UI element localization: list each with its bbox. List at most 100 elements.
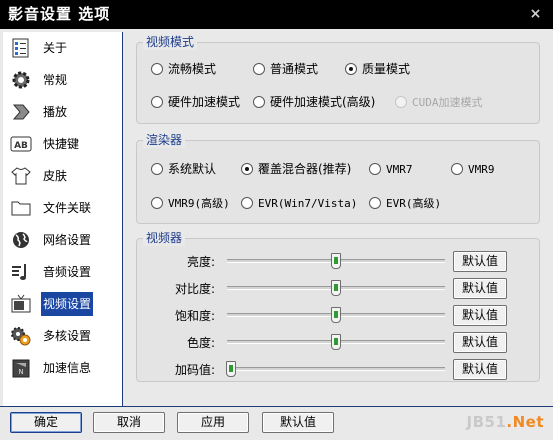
ok-button[interactable]: 确定: [10, 412, 82, 433]
gain-default-button[interactable]: 默认值: [453, 359, 507, 380]
gain-slider[interactable]: [226, 361, 445, 377]
group-legend: 渲染器: [143, 132, 186, 148]
option-label: EVR(高级): [386, 197, 442, 210]
radio-circle-selected: [241, 163, 253, 175]
option-label: 覆盖混合器(推荐): [258, 162, 352, 176]
sidebar-item-label: 播放: [43, 105, 68, 119]
brightness-row: 亮度: 默认值: [137, 251, 541, 273]
radio-circle: [451, 163, 463, 175]
gain-row: 加码值: 默认值: [137, 359, 541, 381]
video-mode-group: 视频模式 流畅模式 普通模式 质量模式 硬件加速模式 硬件加速模式(高级) CU…: [136, 34, 540, 124]
hue-label: 色度:: [186, 336, 215, 350]
sidebar-item-general[interactable]: 常规: [3, 64, 123, 96]
brightness-label: 亮度:: [186, 255, 215, 269]
radio-vmr9-advanced[interactable]: VMR9(高级): [151, 194, 230, 212]
option-label: 流畅模式: [168, 62, 217, 76]
radio-circle-disabled: [395, 96, 407, 108]
group-legend: 视频模式: [143, 34, 198, 50]
hue-row: 色度: 默认值: [137, 332, 541, 354]
radio-overlay-mixer[interactable]: 覆盖混合器(推荐): [241, 160, 351, 178]
speed-info-icon: N: [9, 357, 33, 379]
folder-icon: [9, 197, 33, 219]
sidebar-item-video[interactable]: 视频设置: [3, 288, 123, 320]
hue-slider[interactable]: [227, 334, 445, 350]
option-label: 硬件加速模式: [168, 95, 241, 109]
sidebar: 关于 常规 播放 AB 快捷键 皮肤 文件关联 网络设置 音频设置 视频设置 多…: [3, 32, 123, 406]
sidebar-item-skin[interactable]: 皮肤: [3, 160, 123, 192]
svg-text:AB: AB: [14, 141, 28, 151]
radio-circle: [253, 63, 265, 75]
play-arrow-icon: [9, 101, 33, 123]
option-label: 质量模式: [362, 62, 411, 76]
brightness-default-button[interactable]: 默认值: [453, 251, 507, 272]
sidebar-item-label: 快捷键: [43, 137, 80, 151]
apply-button[interactable]: 应用: [177, 412, 249, 433]
option-label: VMR7: [386, 163, 413, 176]
radio-circle: [151, 163, 163, 175]
slider-thumb[interactable]: [331, 253, 341, 269]
radio-hw-accel-mode[interactable]: 硬件加速模式: [151, 93, 240, 111]
sidebar-item-label: 音频设置: [43, 265, 92, 279]
option-label: VMR9(高级): [168, 197, 230, 210]
slider-thumb[interactable]: [331, 334, 341, 350]
sidebar-item-audio[interactable]: 音频设置: [3, 256, 123, 288]
sidebar-item-label: 关于: [43, 41, 68, 55]
checklist-icon: [9, 37, 33, 59]
radio-cuda-mode: CUDA加速模式: [395, 93, 483, 111]
brightness-slider[interactable]: [227, 253, 445, 269]
site-watermark: JB51.Net: [467, 413, 545, 431]
radio-vmr9[interactable]: VMR9: [451, 160, 495, 178]
sidebar-item-accel-info[interactable]: N 加速信息: [3, 352, 123, 384]
contrast-label: 对比度:: [174, 282, 215, 296]
slider-thumb[interactable]: [331, 307, 341, 323]
gain-label: 加码值:: [174, 363, 215, 377]
sidebar-item-label: 皮肤: [43, 169, 68, 183]
radio-vmr7[interactable]: VMR7: [369, 160, 413, 178]
radio-circle-selected: [345, 63, 357, 75]
title-bar: 影音设置 选项 ×: [0, 0, 553, 29]
svg-text:N: N: [18, 368, 23, 376]
sidebar-item-label: 文件关联: [43, 201, 92, 215]
keyboard-key-icon: AB: [9, 133, 33, 155]
radio-smooth-mode[interactable]: 流畅模式: [151, 60, 216, 78]
contrast-default-button[interactable]: 默认值: [453, 278, 507, 299]
options-window: 关于 常规 播放 AB 快捷键 皮肤 文件关联 网络设置 音频设置 视频设置 多…: [0, 29, 553, 440]
radio-circle: [369, 163, 381, 175]
option-label: VMR9: [468, 163, 495, 176]
radio-evr-advanced[interactable]: EVR(高级): [369, 194, 441, 212]
sidebar-item-label: 视频设置: [41, 292, 94, 316]
sidebar-item-file-assoc[interactable]: 文件关联: [3, 192, 123, 224]
radio-hw-accel-advanced-mode[interactable]: 硬件加速模式(高级): [253, 93, 375, 111]
radio-quality-mode[interactable]: 质量模式: [345, 60, 410, 78]
saturation-slider[interactable]: [227, 307, 445, 323]
restore-defaults-button[interactable]: 默认值: [262, 412, 334, 433]
saturation-default-button[interactable]: 默认值: [453, 305, 507, 326]
window-title: 影音设置 选项: [8, 5, 111, 23]
close-icon[interactable]: ×: [527, 6, 545, 22]
sidebar-item-about[interactable]: 关于: [3, 32, 123, 64]
sidebar-item-network[interactable]: 网络设置: [3, 224, 123, 256]
multicore-gear-icon: [9, 325, 33, 347]
slider-thumb[interactable]: [331, 280, 341, 296]
saturation-row: 饱和度: 默认值: [137, 305, 541, 327]
shirt-icon: [9, 165, 33, 187]
audio-note-icon: [9, 261, 33, 283]
radio-system-default[interactable]: 系统默认: [151, 160, 216, 178]
radio-circle: [241, 197, 253, 209]
gear-icon: [9, 69, 33, 91]
sidebar-item-playback[interactable]: 播放: [3, 96, 123, 128]
radio-normal-mode[interactable]: 普通模式: [253, 60, 318, 78]
radio-evr-win7-vista[interactable]: EVR(Win7/Vista): [241, 194, 357, 212]
hue-default-button[interactable]: 默认值: [453, 332, 507, 353]
cancel-button[interactable]: 取消: [93, 412, 165, 433]
sidebar-item-hotkeys[interactable]: AB 快捷键: [3, 128, 123, 160]
option-label: 硬件加速模式(高级): [270, 95, 376, 109]
radio-circle: [253, 96, 265, 108]
slider-thumb[interactable]: [226, 361, 237, 377]
renderer-group: 渲染器 系统默认 覆盖混合器(推荐) VMR7 VMR9 VMR9(高级) EV…: [136, 132, 540, 224]
watermark-suffix: .Net: [506, 413, 544, 431]
sidebar-item-multicore[interactable]: 多核设置: [3, 320, 123, 352]
video-settings-panel: 视频模式 流畅模式 普通模式 质量模式 硬件加速模式 硬件加速模式(高级) CU…: [126, 32, 550, 406]
contrast-slider[interactable]: [227, 280, 445, 296]
sidebar-item-label: 常规: [43, 73, 68, 87]
